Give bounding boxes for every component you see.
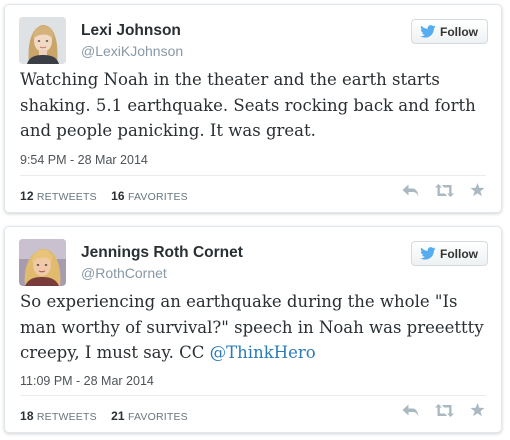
tweet-stats: 12 RETWEETS 16 FAVORITES (20, 189, 188, 203)
tweet-text: Watching Noah in the theater and the ear… (20, 70, 476, 140)
retweet-count-label: RETWEETS (36, 191, 97, 203)
retweet-icon[interactable] (435, 403, 454, 417)
tweet-text: So experiencing an earthquake during the… (20, 289, 490, 366)
twitter-bird-icon (420, 247, 436, 260)
favorite-count[interactable]: 21 (111, 409, 125, 423)
timestamp[interactable]: 11:09 PM - 28 Mar 2014 (20, 374, 154, 388)
follow-button[interactable]: Follow (411, 19, 488, 44)
tweet-card: Lexi Johnson @LexiKJohnson Follow Watchi… (4, 4, 502, 213)
avatar[interactable] (19, 17, 66, 64)
divider (20, 395, 486, 396)
favorite-count-label: FAVORITES (127, 191, 188, 203)
reply-icon[interactable] (402, 404, 419, 417)
retweet-count[interactable]: 12 (20, 189, 34, 203)
timestamp[interactable]: 9:54 PM - 28 Mar 2014 (20, 153, 148, 167)
screen-name[interactable]: @LexiKJohnson (81, 43, 183, 59)
tweet-actions (402, 183, 485, 197)
display-name[interactable]: Jennings Roth Cornet (81, 244, 243, 262)
reply-icon[interactable] (402, 184, 419, 197)
follow-label: Follow (440, 24, 478, 39)
favorite-count[interactable]: 16 (111, 189, 125, 203)
retweet-count[interactable]: 18 (20, 409, 34, 423)
mention-link[interactable]: @ThinkHero (210, 343, 316, 362)
favorite-star-icon[interactable] (470, 183, 485, 197)
retweet-icon[interactable] (435, 183, 454, 197)
tweet-stats: 18 RETWEETS 21 FAVORITES (20, 409, 188, 423)
divider (20, 175, 486, 176)
twitter-bird-icon (420, 25, 436, 38)
follow-label: Follow (440, 246, 478, 261)
display-name[interactable]: Lexi Johnson (81, 22, 181, 40)
favorite-star-icon[interactable] (470, 403, 485, 417)
retweet-count-label: RETWEETS (36, 411, 97, 423)
avatar[interactable] (19, 239, 66, 286)
screen-name[interactable]: @RothCornet (81, 265, 167, 281)
follow-button[interactable]: Follow (411, 241, 488, 266)
tweet-actions (402, 403, 485, 417)
favorite-count-label: FAVORITES (127, 411, 188, 423)
tweet-card: Jennings Roth Cornet @RothCornet Follow … (4, 226, 502, 433)
